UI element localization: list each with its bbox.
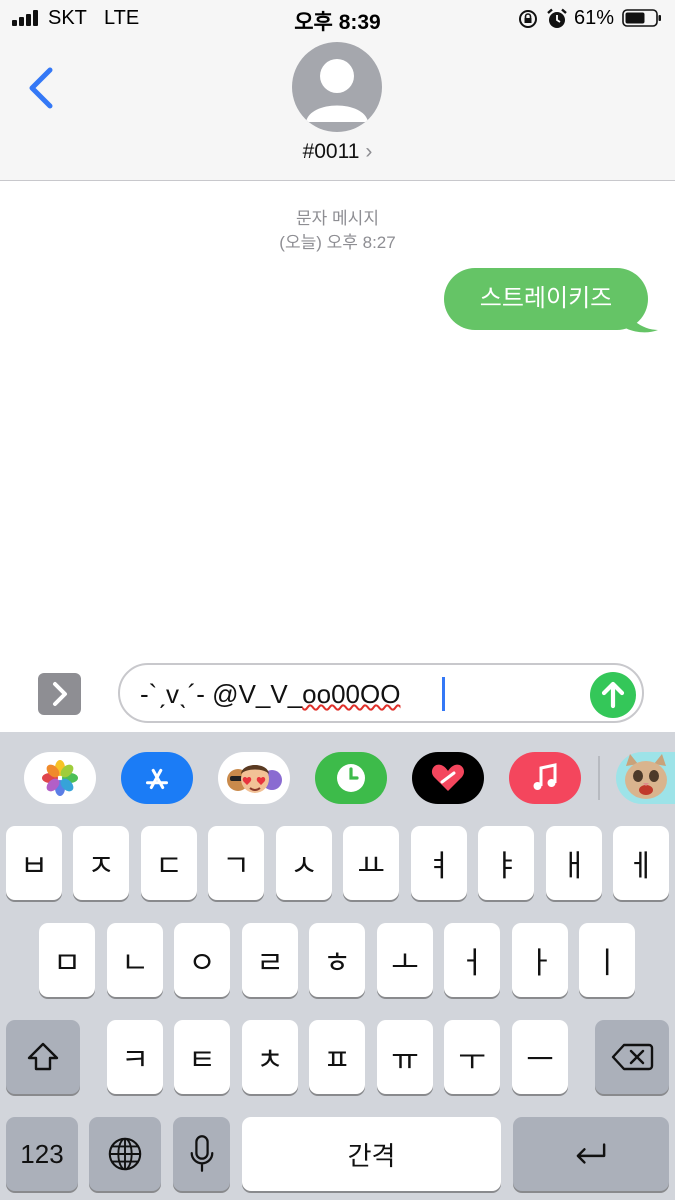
shift-key[interactable] <box>6 1020 80 1094</box>
digital-touch-icon[interactable] <box>412 752 484 804</box>
globe-key[interactable] <box>89 1117 161 1191</box>
key-yo[interactable]: ㅛ <box>343 826 399 900</box>
contact-chevron-icon: › <box>365 140 373 163</box>
backspace-icon <box>611 1043 654 1071</box>
return-key[interactable] <box>513 1117 669 1191</box>
key-yeo[interactable]: ㅕ <box>411 826 467 900</box>
key-jieut[interactable]: ㅈ <box>73 826 129 900</box>
send-button[interactable] <box>590 672 636 718</box>
message-timestamp: (오늘) 오후 8:27 <box>279 233 396 252</box>
numbers-key[interactable]: 123 <box>6 1117 78 1191</box>
key-kieuk[interactable]: ㅋ <box>107 1020 163 1094</box>
delete-key[interactable] <box>595 1020 669 1094</box>
contact-avatar[interactable] <box>292 42 382 132</box>
key-rieul[interactable]: ㄹ <box>242 923 298 997</box>
key-siot[interactable]: ㅅ <box>276 826 332 900</box>
key-a[interactable]: ㅏ <box>512 923 568 997</box>
chevron-right-icon <box>53 682 67 706</box>
key-u[interactable]: ㅜ <box>444 1020 500 1094</box>
key-ae[interactable]: ㅐ <box>546 826 602 900</box>
key-i[interactable]: ㅣ <box>579 923 635 997</box>
key-pieup[interactable]: ㅍ <box>309 1020 365 1094</box>
activity-icon[interactable] <box>315 752 387 804</box>
app-store-icon[interactable] <box>121 752 193 804</box>
return-icon <box>576 1143 606 1164</box>
key-digeut[interactable]: ㄷ <box>141 826 197 900</box>
key-mieum[interactable]: ㅁ <box>39 923 95 997</box>
arrow-up-icon <box>601 681 625 709</box>
music-icon[interactable] <box>509 752 581 804</box>
key-giyeok[interactable]: ㄱ <box>208 826 264 900</box>
imessage-app-strip <box>0 732 675 824</box>
microphone-icon <box>190 1135 213 1172</box>
keyboard-area: ㅂ ㅈ ㄷ ㄱ ㅅ ㅛ ㅕ ㅑ ㅐ ㅔ ㅁ ㄴ ㅇ ㄹ ㅎ ㅗ ㅓ ㅏ ㅣ ㅋ … <box>0 732 675 1200</box>
photos-icon[interactable] <box>24 752 96 804</box>
person-silhouette-icon <box>306 59 368 122</box>
battery-icon <box>622 9 661 27</box>
sent-message-bubble[interactable]: 스트레이키즈 <box>444 268 648 330</box>
key-e[interactable]: ㅔ <box>613 826 669 900</box>
globe-icon <box>108 1137 142 1171</box>
battery-percentage: 61% <box>574 7 615 29</box>
text-caret <box>442 677 445 711</box>
key-chieut[interactable]: ㅊ <box>242 1020 298 1094</box>
key-nieun[interactable]: ㄴ <box>107 923 163 997</box>
animoji-cat-icon[interactable] <box>616 752 675 804</box>
key-ieung[interactable]: ㅇ <box>174 923 230 997</box>
alarm-icon <box>547 8 567 28</box>
key-ya[interactable]: ㅑ <box>478 826 534 900</box>
message-input-text: -`ˏvˎ´- @V_V_oo00OO <box>140 679 400 710</box>
back-chevron-icon[interactable] <box>26 66 56 110</box>
app-drawer-toggle-button[interactable] <box>38 673 81 715</box>
key-yu[interactable]: ㅠ <box>377 1020 433 1094</box>
key-eu[interactable]: ㅡ <box>512 1020 568 1094</box>
key-hieut[interactable]: ㅎ <box>309 923 365 997</box>
key-tieut[interactable]: ㅌ <box>174 1020 230 1094</box>
key-o[interactable]: ㅗ <box>377 923 433 997</box>
key-eo[interactable]: ㅓ <box>444 923 500 997</box>
shift-icon <box>27 1042 59 1071</box>
space-key[interactable]: 간격 <box>242 1117 501 1191</box>
memoji-icon[interactable] <box>218 752 290 804</box>
orientation-lock-icon <box>519 10 537 28</box>
dictation-key[interactable] <box>173 1117 230 1191</box>
message-type-label: 문자 메시지 <box>296 209 379 228</box>
input-text-plain: -`ˏvˎ´- @V_V_ <box>140 679 303 709</box>
message-input[interactable]: -`ˏvˎ´- @V_V_oo00OO <box>118 663 644 723</box>
contact-name-button[interactable]: #0011 › <box>0 140 675 164</box>
key-bieup[interactable]: ㅂ <box>6 826 62 900</box>
conversation-header: #0011 › <box>0 36 675 181</box>
app-strip-divider <box>598 756 600 800</box>
input-text-misspelled: oo00OO <box>302 679 401 709</box>
status-bar: SKT LTE 오후 8:39 61% <box>0 0 675 36</box>
contact-name: #0011 <box>302 140 360 163</box>
